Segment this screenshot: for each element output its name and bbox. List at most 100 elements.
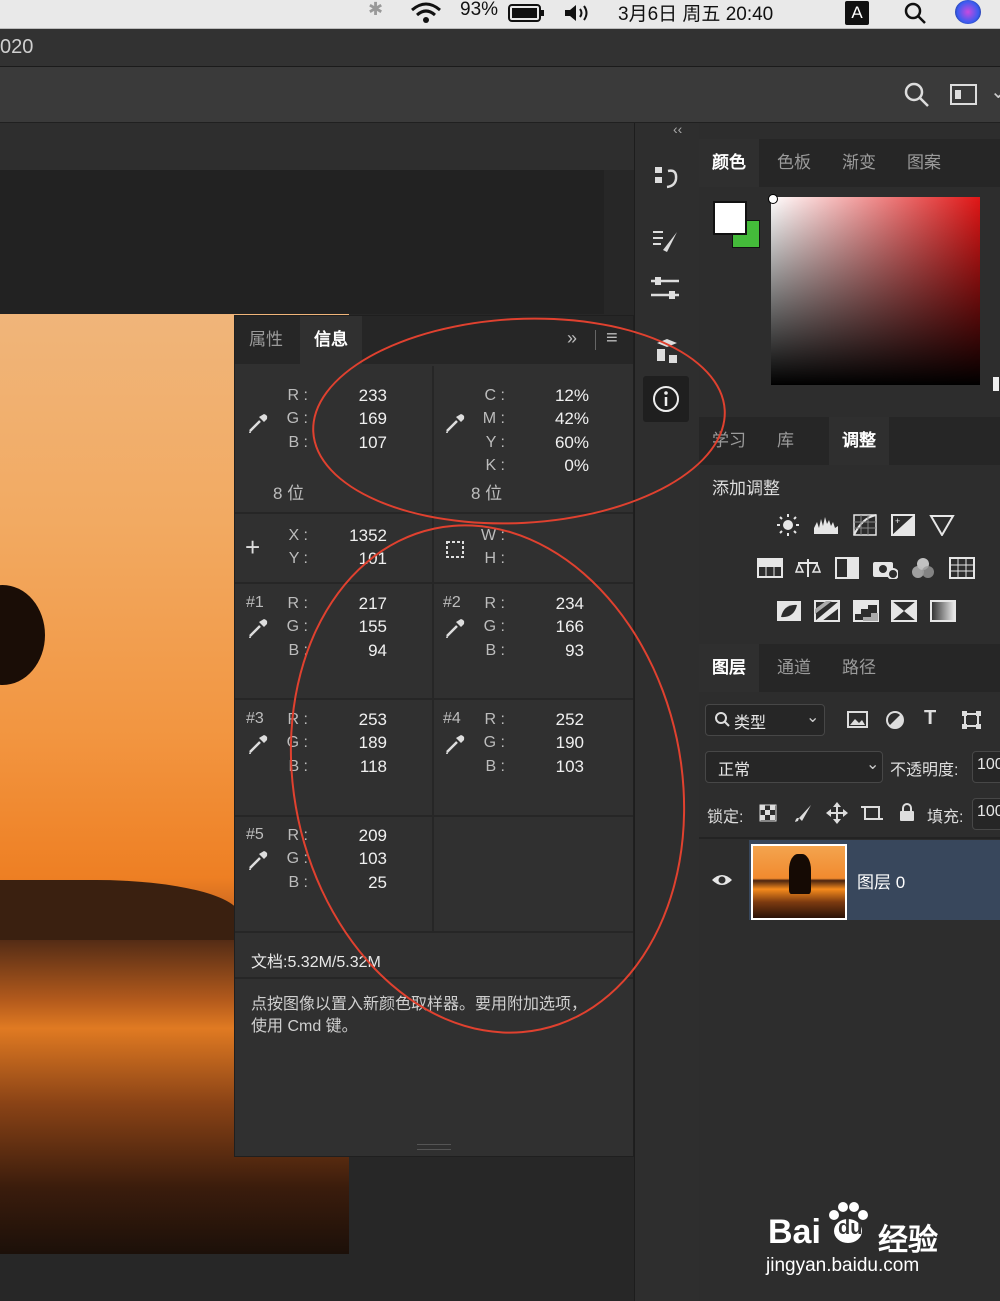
foreground-color-swatch[interactable] — [713, 201, 747, 235]
layer-filter-select[interactable]: 类型 ⌄ — [705, 704, 825, 736]
bluetooth-icon[interactable]: ✱ — [368, 0, 383, 20]
color-balance-icon[interactable] — [795, 557, 821, 579]
layer-name[interactable]: 图层 0 — [857, 868, 905, 893]
lock-all-icon[interactable] — [898, 802, 916, 822]
chevron-down-icon: ⌄ — [806, 709, 820, 726]
filter-pixel-icon[interactable] — [847, 711, 869, 729]
fill-input[interactable]: 100 — [972, 798, 1000, 830]
filter-type-icon[interactable]: T — [924, 707, 936, 730]
label-g: G : — [286, 850, 308, 867]
curves-icon[interactable] — [852, 514, 878, 536]
color-panel-tabs: 颜色 色板 渐变 图案 — [699, 139, 1000, 187]
tab-color[interactable]: 颜色 — [699, 139, 759, 187]
watermark-url: jingyan.baidu.com — [766, 1255, 920, 1276]
tool-presets-icon[interactable] — [643, 265, 689, 311]
tab-libraries[interactable]: 库 — [764, 417, 807, 465]
color-lookup-icon[interactable] — [949, 557, 975, 579]
filter-adjustment-icon[interactable] — [885, 710, 905, 730]
layer-filter-kind: 类型 — [734, 715, 767, 732]
history-icon[interactable] — [643, 153, 689, 199]
layer-thumbnail[interactable] — [751, 844, 847, 920]
siri-icon[interactable] — [955, 0, 981, 24]
levels-icon[interactable] — [813, 514, 839, 536]
workspace-icon[interactable] — [950, 84, 978, 106]
options-bar: ⌄ — [0, 67, 1000, 123]
label-x: X : — [288, 527, 308, 544]
label-g: G : — [286, 410, 308, 427]
opacity-label: 不透明度: — [890, 762, 959, 779]
hue-slider-handle[interactable] — [993, 377, 999, 391]
document-title-bar: 020 — [0, 29, 1000, 67]
vibrance-icon[interactable] — [929, 514, 955, 536]
chevron-down-icon[interactable]: ⌄ — [990, 79, 1000, 104]
tab-gradients[interactable]: 渐变 — [829, 139, 889, 187]
thumbnail-figure — [789, 854, 811, 894]
eyedropper-icon[interactable] — [247, 733, 269, 755]
tab-swatches[interactable]: 色板 — [764, 139, 824, 187]
menubar-clock[interactable]: 3月6日 周五 20:40 — [618, 0, 773, 26]
collapse-dock-icon[interactable]: ‹‹ — [673, 121, 682, 137]
blend-mode-select[interactable]: 正常 ⌄ — [705, 751, 883, 783]
brush-settings-icon[interactable] — [643, 218, 689, 264]
tab-info[interactable]: 信息 — [300, 316, 362, 364]
hue-saturation-icon[interactable] — [757, 557, 783, 579]
volume-icon[interactable] — [563, 3, 595, 23]
threshold-icon[interactable] — [853, 600, 879, 622]
search-icon[interactable] — [903, 81, 931, 109]
battery-icon[interactable] — [508, 3, 546, 23]
sampler-id: #5 — [246, 826, 264, 843]
label-g: G : — [286, 618, 308, 635]
lock-transparent-pixels-icon[interactable] — [759, 804, 777, 822]
divider — [699, 837, 1000, 839]
brightness-contrast-icon[interactable] — [775, 514, 801, 536]
sampler-id: #1 — [246, 594, 264, 611]
layers-panel-tabs: 图层 通道 路径 — [699, 644, 1000, 692]
watermark-brand-du: du — [838, 1217, 863, 1239]
lock-artboard-icon[interactable] — [861, 803, 883, 823]
fill-label: 填充: — [927, 809, 964, 826]
wifi-icon[interactable] — [410, 2, 442, 24]
exposure-icon[interactable]: + — [890, 514, 916, 536]
fill-value: 100 — [977, 803, 1000, 820]
eyedropper-icon[interactable] — [247, 849, 269, 871]
eyedropper-icon[interactable] — [247, 617, 269, 639]
lock-position-icon[interactable] — [826, 802, 848, 824]
document-title: 020 — [0, 36, 34, 58]
channel-mixer-icon[interactable] — [910, 557, 936, 579]
value-x: 1352 — [349, 526, 387, 545]
tab-properties[interactable]: 属性 — [235, 316, 297, 364]
color-picker-cursor[interactable] — [768, 194, 778, 204]
opacity-input[interactable]: 100 — [972, 751, 1000, 783]
lock-label: 锁定: — [707, 809, 744, 826]
photo-filter-icon[interactable] — [872, 557, 898, 579]
resize-grip[interactable] — [417, 1144, 451, 1150]
macos-menubar: ✱ 93% 3月6日 周五 20:40 A — [0, 0, 1000, 29]
sampler-id: #3 — [246, 710, 264, 727]
add-adjustment-heading: 添加调整 — [712, 479, 780, 498]
input-source-indicator[interactable]: A — [845, 1, 869, 25]
baidu-jingyan-watermark: Bai du 经验 jingyan.baidu.com — [760, 1195, 1000, 1295]
invert-icon[interactable] — [776, 600, 802, 622]
eyedropper-icon[interactable] — [247, 412, 269, 434]
color-picker-field[interactable] — [771, 197, 980, 385]
tab-layers[interactable]: 图层 — [699, 644, 759, 692]
canvas-background — [0, 170, 604, 314]
eye-visibility-icon[interactable] — [711, 872, 733, 888]
watermark-brand: Bai — [768, 1213, 821, 1251]
layer-row[interactable]: 图层 0 — [699, 840, 1000, 920]
tab-channels[interactable]: 通道 — [764, 644, 824, 692]
tab-paths[interactable]: 路径 — [829, 644, 889, 692]
posterize-icon[interactable] — [814, 600, 840, 622]
gradient-map-icon[interactable] — [930, 600, 956, 622]
filter-shape-icon[interactable] — [961, 710, 983, 730]
label-b: B : — [288, 434, 308, 451]
label-b: B : — [288, 874, 308, 891]
black-white-icon[interactable] — [834, 557, 860, 579]
tab-patterns[interactable]: 图案 — [894, 139, 954, 187]
lock-image-pixels-icon[interactable] — [793, 803, 813, 823]
selective-color-icon[interactable] — [891, 600, 917, 622]
spotlight-search-icon[interactable] — [903, 1, 927, 25]
chevron-down-icon: ⌄ — [866, 756, 880, 773]
tab-adjustments[interactable]: 调整 — [829, 417, 889, 465]
crosshair-icon: + — [245, 532, 261, 562]
